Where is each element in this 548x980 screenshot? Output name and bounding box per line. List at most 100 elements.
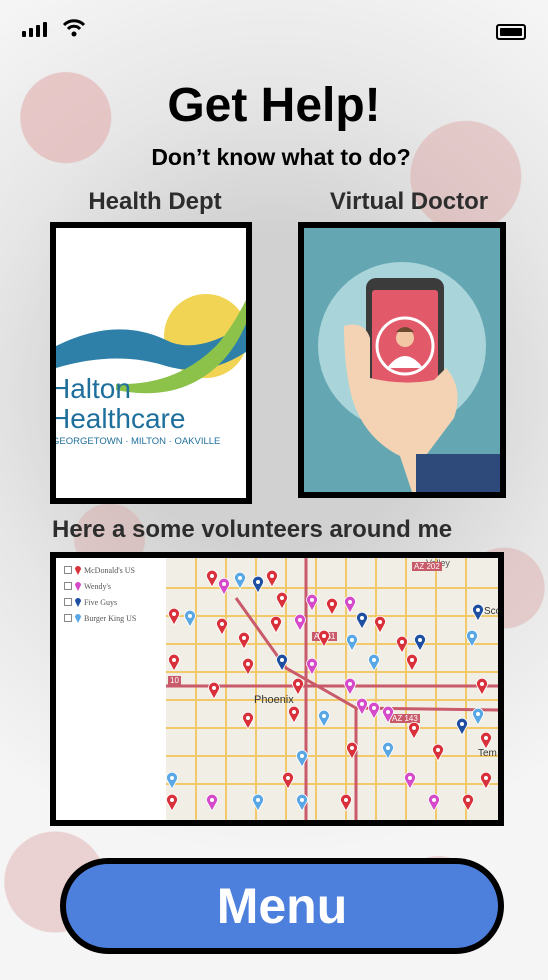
map-pin-icon[interactable]	[382, 706, 394, 723]
map-pin-icon[interactable]	[344, 596, 356, 613]
map-pin-icon[interactable]	[206, 570, 218, 587]
volunteers-label: Here a some volunteers around me	[52, 516, 453, 543]
virtual-doctor-label: Virtual Doctor	[329, 188, 489, 215]
map-pin-icon[interactable]	[472, 604, 484, 621]
map-pin-icon	[75, 565, 81, 575]
map-pin-icon[interactable]	[306, 594, 318, 611]
phone-doctor-icon	[318, 262, 500, 492]
map-pin-icon[interactable]	[168, 608, 180, 625]
map-pin-icon[interactable]	[296, 794, 308, 811]
map-pin-icon	[75, 597, 81, 607]
map-highway-label: 10	[168, 676, 181, 685]
map-pin-icon[interactable]	[252, 794, 264, 811]
map-pin-icon	[75, 613, 81, 623]
map-pin-icon[interactable]	[356, 698, 368, 715]
battery-icon	[496, 24, 526, 40]
map-pin-icon[interactable]	[356, 612, 368, 629]
volunteers-map[interactable]: McDonald's US Wendy's Five Guys Burger K…	[50, 552, 504, 826]
map-pin-icon[interactable]	[242, 712, 254, 729]
map-place-label: Tem	[478, 748, 497, 759]
checkbox-icon[interactable]	[64, 614, 72, 622]
checkbox-icon[interactable]	[64, 566, 72, 574]
app-screen: Get Help! Don’t know what to do? Health …	[0, 0, 548, 980]
map-pin-icon[interactable]	[238, 632, 250, 649]
map-pin-icon[interactable]	[166, 794, 178, 811]
map-pin-icon[interactable]	[404, 772, 416, 789]
signal-bars-icon	[22, 22, 47, 37]
map-highway-label: AZ 202	[412, 562, 442, 571]
map-pin-icon[interactable]	[480, 732, 492, 749]
map-pin-icon[interactable]	[168, 654, 180, 671]
logo-line3: GEORGETOWN · MILTON · OAKVILLE	[56, 436, 220, 447]
map-pin-icon[interactable]	[270, 616, 282, 633]
legend-item-five-guys[interactable]: Five Guys	[64, 594, 136, 610]
menu-button-label: Menu	[216, 878, 348, 934]
map-pin-icon[interactable]	[344, 678, 356, 695]
map-pin-icon[interactable]	[396, 636, 408, 653]
menu-button[interactable]: Menu	[60, 858, 504, 954]
legend-item-wendys[interactable]: Wendy's	[64, 578, 136, 594]
wifi-icon	[62, 19, 86, 37]
map-pin-icon[interactable]	[242, 658, 254, 675]
virtual-doctor-card[interactable]	[298, 222, 506, 498]
map-pin-icon[interactable]	[346, 634, 358, 651]
map-pin-icon[interactable]	[480, 772, 492, 789]
logo-line2: Healthcare	[56, 403, 185, 434]
legend-label: Wendy's	[84, 581, 112, 591]
health-dept-card[interactable]: Halton Healthcare GEORGETOWN · MILTON · …	[50, 222, 252, 504]
map-pin-icon	[75, 581, 81, 591]
map-pin-icon[interactable]	[318, 710, 330, 727]
map-pin-icon[interactable]	[206, 794, 218, 811]
map-pin-icon[interactable]	[266, 570, 278, 587]
map-pin-icon[interactable]	[472, 708, 484, 725]
map-pin-icon[interactable]	[292, 678, 304, 695]
map-pin-icon[interactable]	[208, 682, 220, 699]
map-pin-icon[interactable]	[294, 614, 306, 631]
map-pin-icon[interactable]	[184, 610, 196, 627]
map-place-label: Phoenix	[254, 694, 294, 706]
page-subtitle: Don’t know what to do?	[151, 144, 411, 170]
map-pin-icon[interactable]	[408, 722, 420, 739]
checkbox-icon[interactable]	[64, 582, 72, 590]
map-pin-icon[interactable]	[296, 750, 308, 767]
map-legend: McDonald's US Wendy's Five Guys Burger K…	[64, 562, 136, 626]
legend-label: Five Guys	[84, 597, 118, 607]
map-pin-icon[interactable]	[326, 598, 338, 615]
map-pin-icon[interactable]	[234, 572, 246, 589]
map-pin-icon[interactable]	[462, 794, 474, 811]
map-pin-icon[interactable]	[282, 772, 294, 789]
status-bar	[22, 18, 526, 42]
map-place-label: Sco	[484, 606, 502, 617]
map-pin-icon[interactable]	[218, 578, 230, 595]
map-pin-icon[interactable]	[476, 678, 488, 695]
map-pin-icon[interactable]	[166, 772, 178, 789]
page-title: Get Help!	[167, 79, 381, 132]
legend-item-burger-king[interactable]: Burger King US	[64, 610, 136, 626]
map-pin-icon[interactable]	[276, 592, 288, 609]
map-pin-icon[interactable]	[288, 706, 300, 723]
map-pin-icon[interactable]	[318, 630, 330, 647]
legend-label: McDonald's US	[84, 565, 135, 575]
map-pin-icon[interactable]	[346, 742, 358, 759]
map-pin-icon[interactable]	[428, 794, 440, 811]
halton-healthcare-logo: Halton Healthcare GEORGETOWN · MILTON · …	[56, 294, 246, 447]
map-pin-icon[interactable]	[340, 794, 352, 811]
map-pin-icon[interactable]	[414, 634, 426, 651]
logo-line1: Halton	[56, 373, 131, 404]
map-pin-icon[interactable]	[368, 702, 380, 719]
map-pin-icon[interactable]	[374, 616, 386, 633]
legend-item-mcdonalds[interactable]: McDonald's US	[64, 562, 136, 578]
map-pin-icon[interactable]	[306, 658, 318, 675]
map-pin-icon[interactable]	[382, 742, 394, 759]
map-pin-icon[interactable]	[456, 718, 468, 735]
map-pin-icon[interactable]	[252, 576, 264, 593]
checkbox-icon[interactable]	[64, 598, 72, 606]
health-dept-label: Health Dept	[88, 188, 222, 215]
map-pin-icon[interactable]	[466, 630, 478, 647]
map-pin-icon[interactable]	[276, 654, 288, 671]
map-pin-icon[interactable]	[406, 654, 418, 671]
map-pin-icon[interactable]	[368, 654, 380, 671]
map-pin-icon[interactable]	[216, 618, 228, 635]
map-pin-icon[interactable]	[432, 744, 444, 761]
legend-label: Burger King US	[84, 613, 137, 623]
